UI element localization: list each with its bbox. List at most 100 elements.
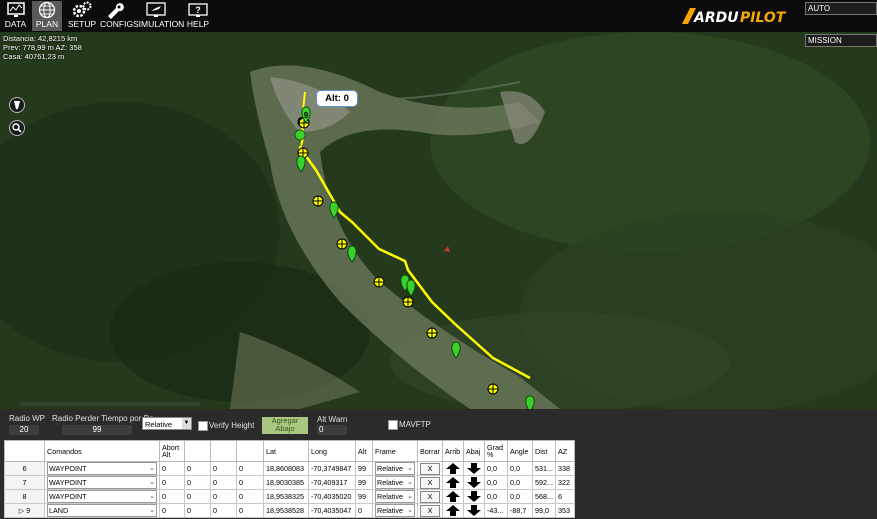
row-param2[interactable]: 0: [184, 461, 211, 476]
row-param3[interactable]: 0: [210, 461, 237, 476]
frame-select[interactable]: Relative ⌄: [375, 490, 415, 503]
toolbar-plan-button[interactable]: PLAN: [32, 1, 62, 31]
row-long[interactable]: -70,4035047: [308, 503, 356, 518]
verify-height-checkbox[interactable]: [198, 421, 208, 431]
row-alt[interactable]: 99: [355, 461, 373, 476]
arrow-down-icon: [467, 463, 481, 474]
table-row[interactable]: 6 WAYPOINT ⌄ 0 0 0 0 18,8608083 -70,3749847 99 Rel…: [4, 461, 575, 476]
arrow-down-icon: [467, 491, 481, 502]
add-below-button[interactable]: Agregar Abajo: [262, 417, 308, 434]
toolbar-help-button[interactable]: ? HELP: [184, 1, 212, 31]
distance-readout: Distancia: 42,8215 km: [3, 34, 78, 43]
row-az: 6: [555, 489, 575, 504]
chevron-down-icon: ⌄: [407, 465, 413, 472]
row-lat[interactable]: 18,9538325: [263, 489, 309, 504]
map-canvas[interactable]: 9: [0, 32, 877, 409]
row-param3[interactable]: 0: [210, 475, 237, 490]
default-frame-select[interactable]: Relative ▼: [142, 417, 192, 430]
command-select[interactable]: LAND ⌄: [47, 504, 157, 517]
zoom-tool-icon[interactable]: [9, 120, 25, 136]
row-frame[interactable]: Relative ⌄: [372, 503, 418, 518]
flight-mode-combo[interactable]: AUTO: [805, 2, 877, 15]
chevron-down-icon: ⌄: [149, 493, 155, 500]
row-alt[interactable]: 0: [355, 503, 373, 518]
row-number[interactable]: ▷ 9: [4, 503, 45, 518]
delete-row-button[interactable]: X: [420, 490, 440, 503]
row-frame[interactable]: Relative ⌄: [372, 489, 418, 504]
default-frame-value: Relative: [145, 420, 173, 429]
toolbar-config-button[interactable]: CONFIG: [100, 1, 133, 31]
command-select[interactable]: WAYPOINT ⌄: [47, 462, 157, 475]
row-param4[interactable]: 0: [236, 503, 264, 518]
row-delete[interactable]: X: [417, 461, 443, 476]
row-move-up[interactable]: [442, 503, 464, 518]
frame-select[interactable]: Relative ⌄: [375, 476, 415, 489]
alt-warn-input[interactable]: 0: [317, 425, 347, 435]
row-param1[interactable]: 0: [159, 461, 185, 476]
row-alt[interactable]: 99: [355, 475, 373, 490]
row-param4[interactable]: 0: [236, 489, 264, 504]
mavftp-checkbox[interactable]: [388, 420, 398, 430]
row-param1[interactable]: 0: [159, 489, 185, 504]
row-param1[interactable]: 0: [159, 503, 185, 518]
row-long[interactable]: -70,409317: [308, 475, 356, 490]
row-param4[interactable]: 0: [236, 475, 264, 490]
row-move-up[interactable]: [442, 461, 464, 476]
row-param1[interactable]: 0: [159, 475, 185, 490]
map-view-combo[interactable]: MISSION: [805, 34, 877, 47]
row-lat[interactable]: 18,8608083: [263, 461, 309, 476]
table-row[interactable]: ▷ 9 LAND ⌄ 0 0 0 0 18,9538528 -70,4035047 0 Relati…: [4, 503, 575, 518]
data-monitor-icon: [6, 2, 25, 17]
radio-wp-input[interactable]: 20: [9, 425, 39, 435]
col-alt: Alt: [355, 440, 373, 462]
delete-row-button[interactable]: X: [420, 462, 440, 475]
table-row[interactable]: 8 WAYPOINT ⌄ 0 0 0 0 18,9538325 -70,4035020 99 Rel…: [4, 489, 575, 504]
frame-select[interactable]: Relative ⌄: [375, 462, 415, 475]
row-long[interactable]: -70,4035020: [308, 489, 356, 504]
row-move-up[interactable]: [442, 475, 464, 490]
frame-select[interactable]: Relative ⌄: [375, 504, 415, 517]
row-move-down[interactable]: [463, 489, 485, 504]
ruler-tool-icon[interactable]: [9, 97, 25, 113]
row-number[interactable]: 6: [4, 461, 45, 476]
row-delete[interactable]: X: [417, 475, 443, 490]
row-lat[interactable]: 18,9030385: [263, 475, 309, 490]
toolbar-setup-button[interactable]: SETUP: [67, 1, 97, 31]
satellite-map[interactable]: 9 Distancia: 42,8215 km Prev: 778,99 m A…: [0, 32, 877, 409]
row-move-down[interactable]: [463, 475, 485, 490]
row-param3[interactable]: 0: [210, 503, 237, 518]
row-delete[interactable]: X: [417, 503, 443, 518]
row-move-up[interactable]: [442, 489, 464, 504]
row-number[interactable]: 8: [4, 489, 45, 504]
command-select[interactable]: WAYPOINT ⌄: [47, 490, 157, 503]
row-alt[interactable]: 99: [355, 489, 373, 504]
table-row[interactable]: 7 WAYPOINT ⌄ 0 0 0 0 18,9030385 -70,409317 99 Rela…: [4, 475, 575, 490]
row-move-down[interactable]: [463, 461, 485, 476]
row-command[interactable]: WAYPOINT ⌄: [44, 489, 160, 504]
row-long[interactable]: -70,3749847: [308, 461, 356, 476]
delete-row-button[interactable]: X: [420, 504, 440, 517]
row-move-down[interactable]: [463, 503, 485, 518]
row-lat[interactable]: 18,9538528: [263, 503, 309, 518]
loiter-radius-input[interactable]: 99: [62, 425, 132, 435]
col-angle: Angle: [507, 440, 533, 462]
row-frame[interactable]: Relative ⌄: [372, 475, 418, 490]
delete-row-button[interactable]: X: [420, 476, 440, 489]
row-param2[interactable]: 0: [184, 475, 211, 490]
row-frame[interactable]: Relative ⌄: [372, 461, 418, 476]
waypoint-pin-7[interactable]: [525, 395, 535, 409]
gear-setup-icon: [72, 1, 92, 18]
row-grad: 0,0: [484, 461, 508, 476]
row-param2[interactable]: 0: [184, 503, 211, 518]
toolbar-data-button[interactable]: DATA: [2, 1, 29, 31]
toolbar-simulation-button[interactable]: SIMULATION: [133, 1, 184, 31]
row-param2[interactable]: 0: [184, 489, 211, 504]
row-command[interactable]: WAYPOINT ⌄: [44, 475, 160, 490]
command-select[interactable]: WAYPOINT ⌄: [47, 476, 157, 489]
row-number[interactable]: 7: [4, 475, 45, 490]
row-param4[interactable]: 0: [236, 461, 264, 476]
row-param3[interactable]: 0: [210, 489, 237, 504]
row-delete[interactable]: X: [417, 489, 443, 504]
row-command[interactable]: WAYPOINT ⌄: [44, 461, 160, 476]
row-command[interactable]: LAND ⌄: [44, 503, 160, 518]
